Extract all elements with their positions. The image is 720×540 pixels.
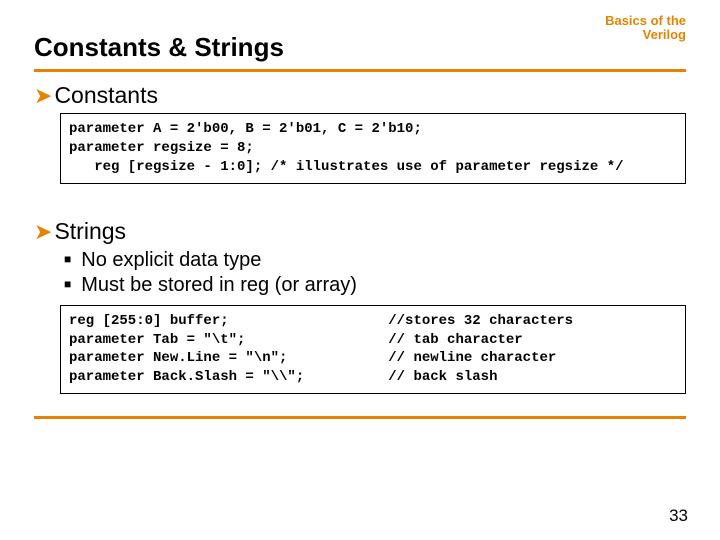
page-number: 33 [669,506,688,526]
code-box-constants: parameter A = 2'b00, B = 2'b01, C = 2'b1… [60,113,686,184]
bullet-text: No explicit data type [81,249,261,271]
code-comment: // back slash [388,369,497,385]
section-heading-strings: ➤Strings [34,218,686,245]
chevron-icon: ➤ [34,219,52,244]
section-strings-label: Strings [54,218,126,244]
code-comment: // newline character [388,350,556,366]
list-item: ■ Must be stored in reg (or array) [64,274,686,297]
divider-bottom [34,416,686,419]
code-comment: //stores 32 characters [388,313,573,329]
code-line: parameter New.Line = "\n"; [69,350,287,366]
topic-line2: Verilog [643,27,686,42]
code-line: reg [regsize - 1:0]; /* illustrates use … [69,159,624,175]
code-line: parameter Back.Slash = "\\"; [69,369,304,385]
code-line: parameter A = 2'b00, B = 2'b01, C = 2'b1… [69,121,422,137]
code-comment: // tab character [388,332,522,348]
chevron-icon: ➤ [34,83,52,108]
code-line: parameter regsize = 8; [69,140,254,156]
code-box-strings: reg [255:0] buffer; parameter Tab = "\t"… [60,305,686,395]
list-item: ■ No explicit data type [64,249,686,272]
divider-top [34,69,686,72]
code-line: parameter Tab = "\t"; [69,332,245,348]
bullet-text: Must be stored in reg (or array) [81,274,357,296]
section-constants-label: Constants [54,82,158,108]
strings-bullet-list: ■ No explicit data type ■ Must be stored i… [64,249,686,297]
square-bullet-icon: ■ [64,277,71,291]
square-bullet-icon: ■ [64,252,71,266]
slide-topic: Basics of the Verilog [605,14,686,43]
topic-line1: Basics of the [605,13,686,28]
code-line: reg [255:0] buffer; [69,313,229,329]
section-heading-constants: ➤Constants [34,82,686,109]
page-title: Constants & Strings [34,18,284,63]
